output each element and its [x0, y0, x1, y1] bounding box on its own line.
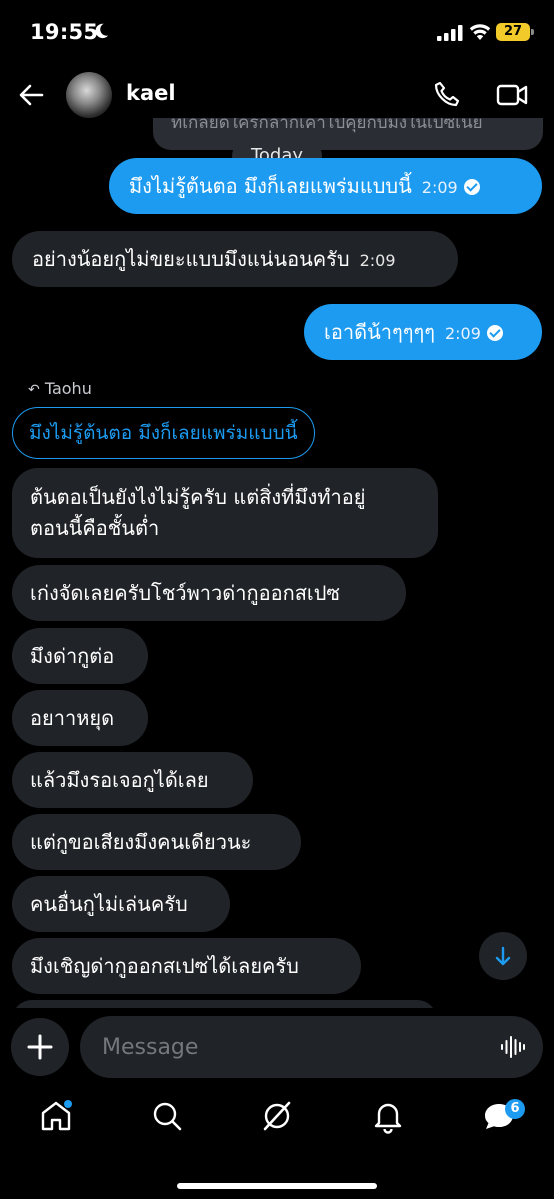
contact-name[interactable]: kael	[126, 81, 176, 105]
message-bubble-cut-off: ที่เกลียดใครก็ลากเค้าไปคุยกับมึงในเปซเนย	[153, 118, 543, 150]
back-arrow-icon[interactable]	[16, 80, 46, 110]
wifi-icon	[469, 24, 491, 40]
incoming-message[interactable]: อย่างน้อยกูไม่ขยะแบบมึงแน่นอนครับ 2:09	[12, 231, 458, 287]
read-check-icon	[486, 325, 503, 341]
reply-label: Taohu	[44, 379, 92, 398]
incoming-message[interactable]: แต่กูขอเสียงมึงคนเดียวนะ	[12, 814, 301, 870]
message-text-line: ต้นตอเป็นยังไงไม่รู้ครับ แต่สิ่งที่มึงทำ…	[30, 485, 366, 509]
message-list[interactable]: ที่เกลียดใครก็ลากเค้าไปคุยกับมึงในเปซเนย…	[0, 118, 554, 1008]
outgoing-message[interactable]: เอาดีน้าๆๆๆๆ 2:09	[304, 304, 542, 360]
add-attachment-button[interactable]	[11, 1018, 69, 1076]
incoming-message[interactable]: ต้นตอเป็นยังไงไม่รู้ครับ แต่สิ่งที่มึงทำ…	[12, 468, 438, 558]
phone-call-icon[interactable]	[433, 80, 461, 108]
message-time: 2:09	[444, 324, 481, 343]
bottom-tab-bar	[0, 1092, 554, 1154]
plus-icon	[27, 1034, 53, 1060]
incoming-message[interactable]: เก่งจัดเลยครับโชว์พาวด่ากูออกสเปซ	[12, 565, 406, 621]
outgoing-message[interactable]: มึงไม่รู้ต้นตอ มึงก็เลยแพร่มแบบนี้ 2:09	[109, 158, 542, 214]
voice-message-icon[interactable]	[500, 1034, 526, 1060]
message-text-line: ตอนนี้คือชั้นต่ำ	[30, 516, 160, 540]
notifications-bell-icon[interactable]	[370, 1098, 406, 1134]
incoming-message[interactable]: แล้วมึงรอเจอกูได้เลย	[12, 752, 253, 808]
cellular-signal-icon	[437, 25, 463, 41]
home-notification-dot	[64, 1100, 72, 1108]
message-text: อย่างน้อยกูไม่ขยะแบบมึงแน่นอนครับ	[32, 247, 350, 271]
message-text: เอาดีน้าๆๆๆๆ	[324, 320, 435, 344]
arrow-down-icon	[495, 946, 511, 966]
reply-arrow-icon: ↶	[28, 382, 40, 398]
incoming-message-partial	[12, 1000, 437, 1008]
message-time: 2:09	[359, 251, 396, 270]
home-indicator	[177, 1183, 377, 1189]
video-call-icon[interactable]	[496, 82, 528, 108]
incoming-message[interactable]: มึงด่ากูต่อ	[12, 628, 148, 684]
contact-avatar[interactable]	[66, 72, 112, 118]
conversation-header: kael	[0, 66, 554, 124]
incoming-message[interactable]: มึงเชิญด่ากูออกสเปซได้เลยครับ	[12, 938, 361, 994]
search-icon[interactable]	[149, 1098, 185, 1134]
scroll-to-bottom-button[interactable]	[479, 932, 527, 980]
messages-badge: 6	[505, 1099, 525, 1119]
incoming-message[interactable]: อยาาหยุด	[12, 690, 148, 746]
incoming-message[interactable]: คนอื่นกูไม่เล่นครับ	[12, 876, 230, 932]
message-text: มึงไม่รู้ต้นตอ มึงก็เลยแพร่มแบบนี้	[129, 174, 412, 198]
battery-indicator: 27	[496, 23, 534, 41]
message-input[interactable]	[80, 1016, 543, 1078]
moon-icon	[95, 23, 109, 39]
read-check-icon	[463, 179, 480, 195]
quoted-message[interactable]: มึงไม่รู้ต้นตอ มึงก็เลยแพร่มแบบนี้	[12, 407, 315, 459]
status-bar: 19:55 27	[0, 0, 554, 66]
message-time: 2:09	[421, 178, 458, 197]
status-time: 19:55	[30, 20, 99, 44]
grok-icon[interactable]	[259, 1098, 295, 1134]
reply-context: ↶ Taohu	[28, 379, 92, 398]
